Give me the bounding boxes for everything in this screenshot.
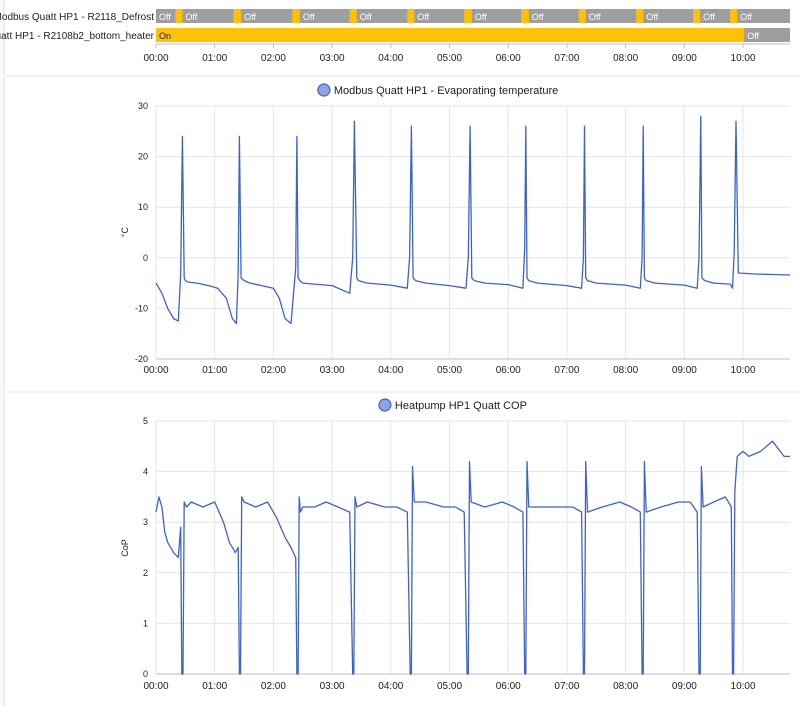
sidebar-edge [0, 0, 4, 706]
y-tick-label: 4 [143, 467, 148, 477]
timeline-on-segment [156, 28, 745, 42]
x-tick-label: 05:00 [437, 365, 462, 376]
x-tick-label: 00:00 [143, 681, 168, 692]
legend-entry: Modbus Quatt HP1 - Evaporating temperatu… [334, 85, 558, 97]
y-tick-label: 0 [143, 669, 148, 679]
timeline-on-segment [693, 9, 701, 23]
timeline-off-label: Off [417, 12, 429, 22]
state-timeline: Modbus Quatt HP1 - R2118_Defrost Off Off Of… [0, 9, 790, 42]
timeline-on-segment [578, 9, 586, 23]
y-tick-label: 1 [143, 618, 148, 628]
x-tick-label: 02:00 [261, 681, 286, 692]
timeline-off-label: Off [740, 12, 752, 22]
x-tick-label: 04:00 [378, 365, 403, 376]
x-tick-label: 03:00 [320, 53, 345, 64]
timeline-on-segment [292, 9, 300, 23]
x-tick-label: 03:00 [320, 365, 345, 376]
x-tick-label: 09:00 [672, 681, 697, 692]
y-tick-label: 20 [138, 152, 148, 162]
y-tick-label: -20 [135, 354, 148, 364]
x-tick-label: 07:00 [554, 53, 579, 64]
timeline-on-segment [175, 9, 183, 23]
x-tick-label: 10:00 [731, 53, 756, 64]
y-tick-label: 3 [143, 517, 148, 527]
timeline-off-label: Off [244, 12, 256, 22]
x-tick-label: 07:00 [554, 681, 579, 692]
x-tick-label: 01:00 [202, 365, 227, 376]
timeline-off-label: Off [532, 12, 544, 22]
x-tick-label: 02:00 [261, 365, 286, 376]
history-panel: Modbus Quatt HP1 - R2118_Defrost Off Off Of… [0, 0, 800, 706]
series-line [155, 115, 791, 325]
timeline-on-segment [636, 9, 644, 23]
x-tick-label: 02:00 [261, 53, 286, 64]
legend-swatch [378, 398, 392, 412]
x-tick-label: 06:00 [496, 365, 521, 376]
timeline-on-segment [730, 9, 738, 23]
timeline-on-segment [407, 9, 415, 23]
timeline-off-label: Off [747, 31, 759, 41]
timeline-time-axis: 00:00 01:00 02:00 03:00 04:00 05:00 06:00 07:00… [143, 43, 790, 64]
timeline-off-label: Off [303, 12, 315, 22]
y-tick-label: 2 [143, 568, 148, 578]
x-tick-label: 01:00 [202, 681, 227, 692]
y-tick-label: 10 [138, 202, 148, 212]
timeline-off-label: Off [703, 12, 715, 22]
y-tick-label: 0 [143, 253, 148, 263]
timeline-on-label: On [159, 31, 171, 41]
y-tick-label: -10 [135, 303, 148, 313]
x-tick-label: 09:00 [672, 365, 697, 376]
x-tick-label: 04:00 [378, 681, 403, 692]
timeline-on-segment [349, 9, 357, 23]
x-tick-label: 04:00 [378, 53, 403, 64]
timeline-on-segment [464, 9, 472, 23]
timeline-off-label: Off [159, 12, 171, 22]
x-tick-label: 08:00 [613, 53, 638, 64]
x-tick-label: 10:00 [731, 365, 756, 376]
timeline-off-label: Off [475, 12, 487, 22]
timeline-row-label: Quatt HP1 - R2108b2_bottom_heater [0, 31, 155, 42]
timeline-on-segment [521, 9, 529, 23]
y-axis-label: °C [120, 226, 130, 237]
x-tick-label: 06:00 [496, 53, 521, 64]
series-line [155, 440, 790, 675]
x-tick-label: 10:00 [731, 681, 756, 692]
y-tick-label: 30 [138, 101, 148, 111]
timeline-row-label: Modbus Quatt HP1 - R2118_Defrost [0, 12, 154, 23]
legend-entry: Heatpump HP1 Quatt COP [395, 400, 527, 412]
x-tick-label: 07:00 [554, 365, 579, 376]
x-tick-label: 05:00 [437, 681, 462, 692]
x-tick-label: 05:00 [437, 53, 462, 64]
x-tick-label: 09:00 [672, 53, 697, 64]
evaporating-temperature-chart: Modbus Quatt HP1 - Evaporating temperatu… [120, 83, 791, 376]
x-tick-label: 03:00 [320, 681, 345, 692]
legend-swatch [317, 83, 331, 97]
y-axis-label: CoP [120, 539, 130, 557]
timeline-off-label: Off [185, 12, 197, 22]
x-tick-label: 00:00 [143, 365, 168, 376]
timeline-off-label: Off [646, 12, 658, 22]
x-tick-label: 06:00 [496, 681, 521, 692]
timeline-off-label: Off [360, 12, 372, 22]
x-tick-label: 01:00 [202, 53, 227, 64]
x-tick-label: 00:00 [143, 53, 168, 64]
x-tick-label: 08:00 [613, 365, 638, 376]
cop-chart: Heatpump HP1 Quatt COP 5 4 3 2 1 0 00:00 01:00 02… [120, 398, 790, 692]
y-tick-label: 5 [143, 416, 148, 426]
x-tick-label: 08:00 [613, 681, 638, 692]
timeline-on-segment [233, 9, 242, 23]
timeline-off-label: Off [589, 12, 601, 22]
